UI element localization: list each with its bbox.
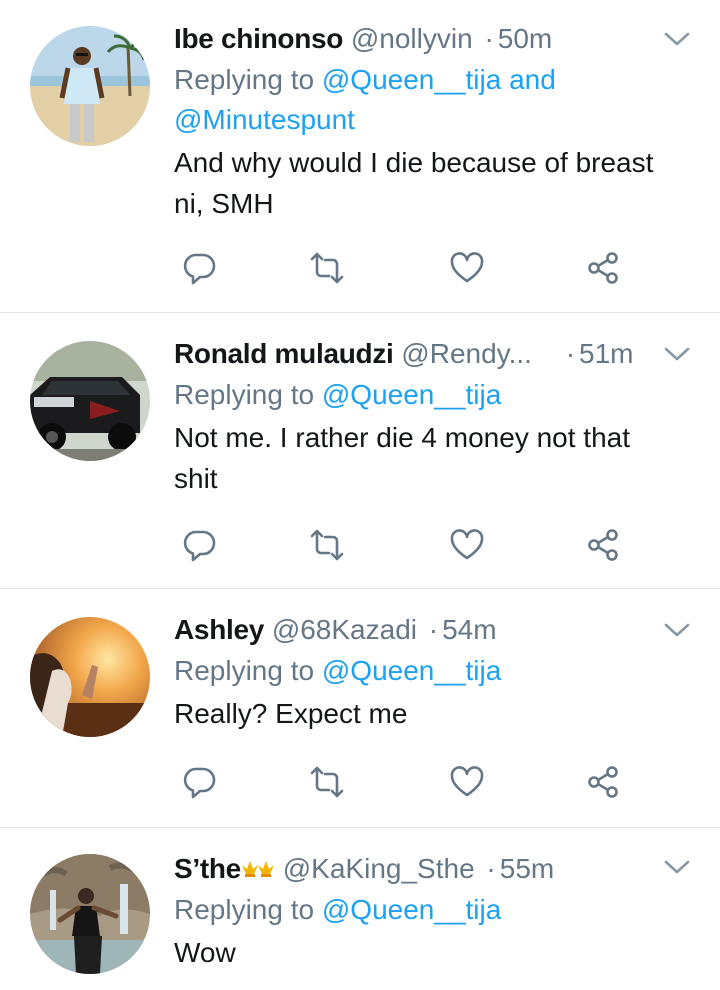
- share-button[interactable]: [580, 762, 626, 802]
- timestamp[interactable]: 51m: [579, 338, 633, 369]
- display-name[interactable]: Ronald mulaudzi: [174, 338, 394, 369]
- like-button[interactable]: [444, 248, 490, 288]
- share-button[interactable]: [580, 525, 626, 565]
- replying-prefix: Replying to: [174, 655, 315, 686]
- chevron-down-icon[interactable]: [664, 31, 690, 47]
- tweet-text-line: shit: [174, 463, 218, 494]
- mention-link[interactable]: @Queen__tija: [322, 655, 501, 686]
- share-button[interactable]: [580, 248, 626, 288]
- user-handle[interactable]: @68Kazadi: [272, 614, 417, 645]
- woman-waterfall-avatar: [30, 854, 150, 974]
- like-button[interactable]: [444, 525, 490, 565]
- tweet-text: Really? Expect me: [174, 693, 690, 734]
- avatar[interactable]: [30, 617, 150, 737]
- tweet-4[interactable]: S’the @KaKing_Sthe · 55m Replying to @Que…: [0, 828, 720, 990]
- avatar[interactable]: [30, 341, 150, 461]
- reply-icon: [183, 253, 216, 285]
- retweet-icon: [310, 529, 344, 561]
- avatar[interactable]: [30, 26, 150, 146]
- replying-to: Replying to @Queen__tija and: [174, 60, 690, 100]
- user-handle[interactable]: @nollyvin: [351, 23, 473, 54]
- like-button[interactable]: [444, 762, 490, 802]
- user-handle[interactable]: @KaKing_Sthe: [283, 853, 475, 884]
- retweet-button[interactable]: [304, 525, 350, 565]
- tweet-text-line: Really? Expect me: [174, 698, 408, 729]
- share-icon: [588, 529, 618, 561]
- timestamp[interactable]: 54m: [442, 614, 496, 645]
- replying-to: Replying to @Queen__tija: [174, 890, 690, 930]
- retweet-button[interactable]: [304, 248, 350, 288]
- tweet-text: Not me. I rather die 4 money not that sh…: [174, 417, 690, 499]
- like-icon: [450, 766, 484, 797]
- replying-prefix: Replying to: [174, 64, 315, 95]
- avatar[interactable]: [30, 854, 150, 974]
- reply-icon: [183, 767, 216, 799]
- user-handle[interactable]: @Rendy...: [401, 338, 532, 369]
- reply-icon: [183, 530, 216, 562]
- tweet-text-line: And why would I die because of breast: [174, 147, 654, 178]
- share-icon: [588, 766, 618, 798]
- replying-prefix: Replying to: [174, 379, 315, 410]
- man-on-beach-avatar: [30, 26, 150, 146]
- reply-button[interactable]: [176, 762, 222, 802]
- crown-emojis: [241, 850, 275, 877]
- mention-link[interactable]: @Queen__tija: [322, 894, 501, 925]
- separator-dot: ·: [484, 23, 494, 54]
- separator-dot: ·: [486, 853, 496, 884]
- retweet-icon: [310, 252, 344, 284]
- replying-prefix: Replying to: [174, 894, 315, 925]
- retweet-icon: [310, 766, 344, 798]
- sunset-woman-avatar: [30, 617, 150, 737]
- tweet-1[interactable]: Ibe chinonso @nollyvin · 50m Replying to …: [0, 0, 720, 312]
- separator-dot: ·: [565, 338, 576, 369]
- tweet-text-line: Wow: [174, 937, 236, 968]
- chevron-down-icon[interactable]: [664, 346, 690, 362]
- tweet-3[interactable]: Ashley @68Kazadi · 54m Replying to @Queen…: [0, 589, 720, 827]
- mention-link[interactable]: @Queen__tija: [322, 379, 501, 410]
- reply-button[interactable]: [176, 248, 222, 288]
- chevron-down-icon[interactable]: [664, 859, 690, 875]
- mention-conjunction[interactable]: and: [509, 64, 556, 95]
- share-icon: [588, 252, 618, 284]
- reply-button[interactable]: [176, 525, 222, 565]
- chevron-down-icon[interactable]: [664, 622, 690, 638]
- retweet-button[interactable]: [304, 762, 350, 802]
- mention-link[interactable]: @Minutespunt: [174, 104, 355, 135]
- timestamp[interactable]: 55m: [500, 853, 554, 884]
- display-name[interactable]: S’the: [174, 853, 241, 884]
- replying-to: Replying to @Queen__tija: [174, 375, 690, 415]
- like-icon: [450, 252, 484, 283]
- replying-to: Replying to @Queen__tija: [174, 651, 690, 691]
- tweet-text: And why would I die because of breast ni…: [174, 142, 690, 224]
- like-icon: [450, 529, 484, 560]
- display-name[interactable]: Ibe chinonso: [174, 23, 343, 54]
- separator-dot: ·: [428, 614, 439, 645]
- tweet-text: Wow: [174, 932, 690, 973]
- tweet-text-line: Not me. I rather die 4 money not that: [174, 422, 631, 453]
- mention-link[interactable]: @Queen__tija: [322, 64, 501, 95]
- display-name[interactable]: Ashley: [174, 614, 264, 645]
- black-car-avatar: [30, 341, 150, 461]
- tweet-text-line: ni, SMH: [174, 188, 274, 219]
- tweet-2[interactable]: Ronald mulaudzi @Rendy... · 51m Replying …: [0, 313, 720, 588]
- timestamp[interactable]: 50m: [498, 23, 552, 54]
